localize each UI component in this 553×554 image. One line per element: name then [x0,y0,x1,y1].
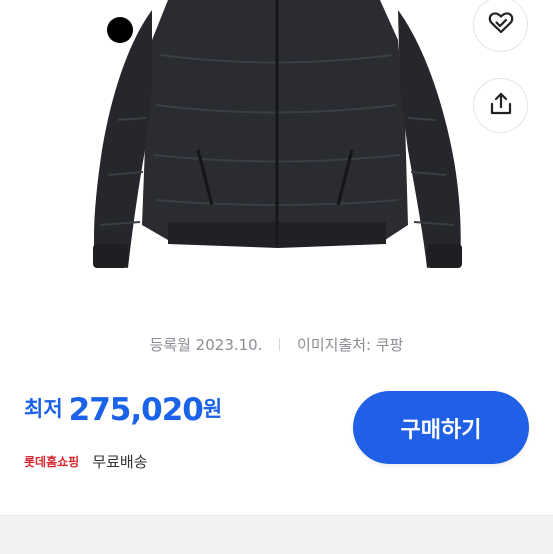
seller-name: 롯데홈쇼핑 [24,455,80,469]
price-value: 275,020 [68,392,204,428]
share-icon [488,91,514,121]
product-meta: 등록월 2023.10. 이미지출처: 쿠팡 [0,334,553,355]
seller-row: 롯데홈쇼핑 무료배송 [24,451,148,472]
price-unit: 원 [202,397,223,421]
jacket-illustration [93,0,462,268]
color-swatch-black[interactable] [107,17,133,43]
share-button[interactable] [473,78,528,133]
product-image [0,0,553,310]
price-row: 최저 275,020원 [24,392,222,428]
registered-date: 등록월 2023.10. [149,336,263,354]
section-divider [0,515,553,554]
image-source: 이미지출처: 쿠팡 [297,336,404,354]
shipping-info: 무료배송 [92,453,148,471]
price-label: 최저 [24,397,63,421]
meta-divider [279,338,281,351]
heart-check-icon [488,11,514,39]
buy-button[interactable]: 구매하기 [353,391,529,464]
